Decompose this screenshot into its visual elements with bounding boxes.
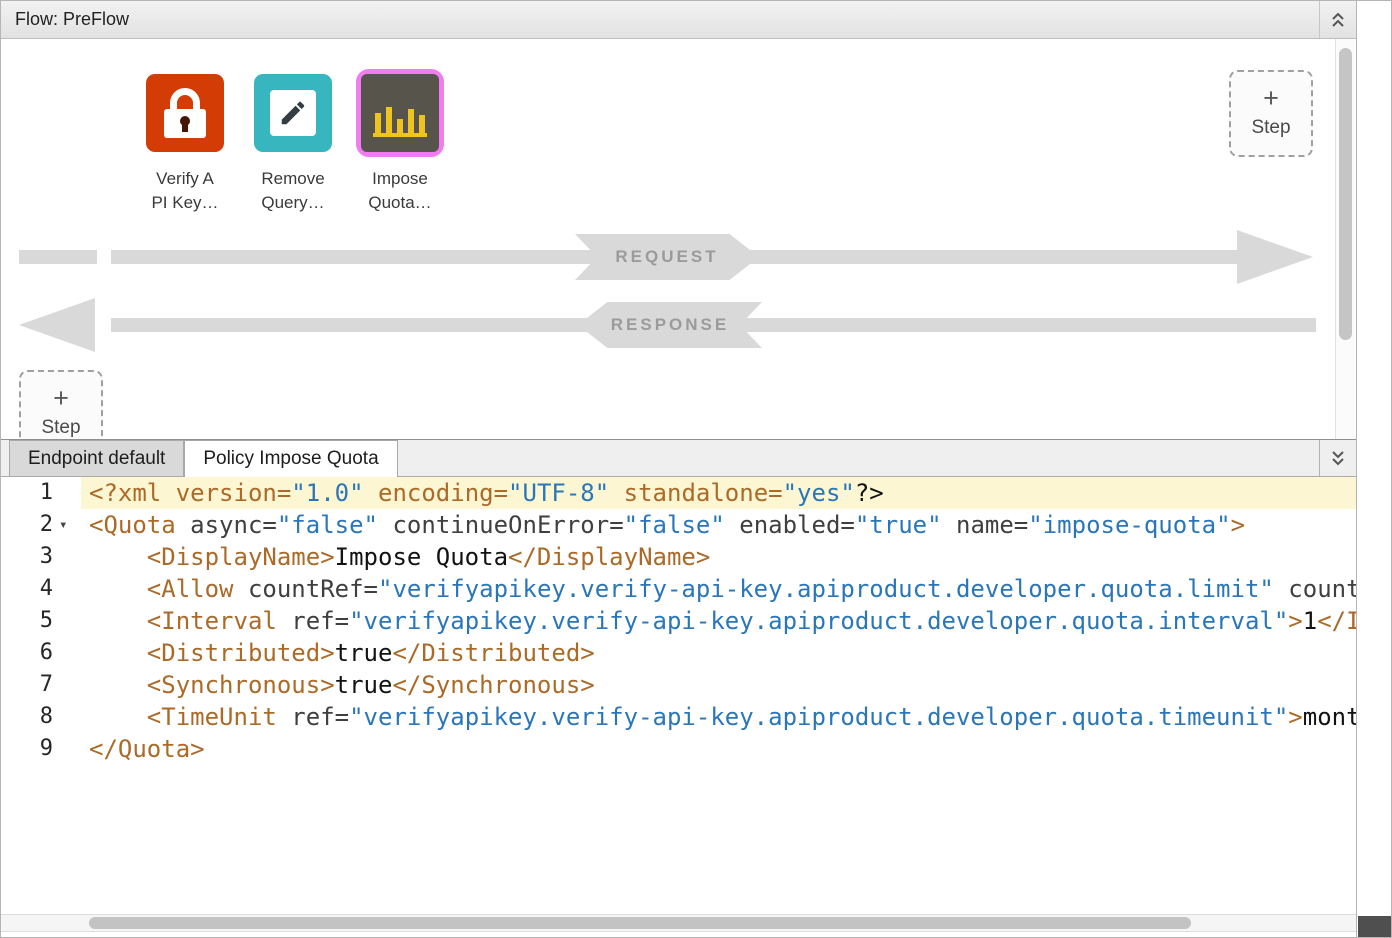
code-line[interactable]: 2▾<Quota async="false" continueOnError="… [1, 509, 1356, 541]
request-label-badge: REQUEST [575, 234, 759, 280]
step-label-line2: Query… [261, 193, 324, 212]
line-number: 7 [1, 669, 81, 701]
window-resize-corner [1358, 916, 1391, 937]
flow-step-remove-query[interactable]: Remove Query… [245, 74, 341, 215]
step-label: Remove Query… [245, 167, 341, 215]
code-editor[interactable]: 1<?xml version="1.0" encoding="UTF-8" st… [1, 477, 1356, 937]
main-panel: Flow: PreFlow Verify A [1, 1, 1357, 937]
step-label: Verify A PI Key… [137, 167, 233, 215]
code-line[interactable]: 8 <TimeUnit ref="verifyapikey.verify-api… [1, 701, 1356, 733]
line-number: 1 [1, 477, 81, 509]
line-number: 5 [1, 605, 81, 637]
request-flow-line-start [19, 250, 97, 264]
step-label-line1: Verify A [156, 169, 214, 188]
collapse-flow-panel-button[interactable] [1319, 1, 1356, 38]
add-step-label: Step [21, 417, 101, 439]
lock-shackle [170, 88, 200, 110]
response-arrowhead-icon [19, 298, 95, 352]
code-lines: 1<?xml version="1.0" encoding="UTF-8" st… [1, 477, 1356, 765]
code-line[interactable]: 4 <Allow countRef="verifyapikey.verify-a… [1, 573, 1356, 605]
tab-endpoint-default[interactable]: Endpoint default [9, 440, 184, 476]
add-step-button-request[interactable]: + Step [1229, 70, 1313, 157]
pencil-glyph-icon [278, 98, 308, 128]
code-line[interactable]: 6 <Distributed>true</Distributed> [1, 637, 1356, 669]
response-label-badge: RESPONSE [578, 302, 762, 348]
code-line-content[interactable]: <DisplayName>Impose Quota</DisplayName> [81, 541, 1356, 573]
code-line-content[interactable]: <Interval ref="verifyapikey.verify-api-k… [81, 605, 1356, 637]
chevrons-up-icon [1330, 11, 1346, 29]
request-arrowhead-icon [1237, 230, 1313, 284]
step-label-line2: Quota… [368, 193, 431, 212]
line-number: 8 [1, 701, 81, 733]
step-label-line1: Impose [372, 169, 428, 188]
api-proxy-editor-window: Flow: PreFlow Verify A [0, 0, 1392, 938]
code-line-content[interactable]: <Synchronous>true</Synchronous> [81, 669, 1356, 701]
step-label: Impose Quota… [352, 167, 448, 215]
code-line[interactable]: 5 <Interval ref="verifyapikey.verify-api… [1, 605, 1356, 637]
step-label-line2: PI Key… [151, 193, 218, 212]
plus-icon: + [1231, 85, 1311, 112]
editor-tabs: Endpoint default Policy Impose Quota [1, 439, 1356, 477]
line-number: 6 [1, 637, 81, 669]
response-label: RESPONSE [611, 315, 729, 335]
pencil-card [270, 90, 316, 136]
request-label: REQUEST [615, 247, 718, 267]
code-line-content[interactable]: <Quota async="false" continueOnError="fa… [81, 509, 1356, 541]
code-line-content[interactable]: <?xml version="1.0" encoding="UTF-8" sta… [81, 477, 1356, 509]
flow-step-verify-api-key[interactable]: Verify A PI Key… [137, 74, 233, 215]
flow-canvas-scrollbar[interactable] [1335, 39, 1356, 439]
flow-step-impose-quota[interactable]: Impose Quota… [352, 74, 448, 215]
line-number: 9 [1, 733, 81, 765]
code-line[interactable]: 1<?xml version="1.0" encoding="UTF-8" st… [1, 477, 1356, 509]
line-number: 3 [1, 541, 81, 573]
tab-policy-impose-quota[interactable]: Policy Impose Quota [184, 440, 397, 477]
line-number: 4 [1, 573, 81, 605]
scrollbar-thumb[interactable] [89, 917, 1191, 929]
code-line-content[interactable]: </Quota> [81, 733, 1356, 765]
plus-icon: + [21, 385, 101, 412]
line-number: 2▾ [1, 509, 81, 541]
tab-label: Policy Impose Quota [203, 448, 378, 470]
selected-step-highlight [356, 69, 444, 157]
bar-chart-icon [361, 74, 439, 152]
lock-icon [146, 74, 224, 152]
lock-body [164, 109, 206, 138]
scrollbar-thumb[interactable] [1339, 48, 1352, 340]
flow-title: Flow: PreFlow [1, 9, 129, 30]
keyhole-stem [182, 123, 188, 132]
quota-bars [373, 107, 427, 137]
code-line-content[interactable]: <Distributed>true</Distributed> [81, 637, 1356, 669]
editor-h-scrollbar[interactable] [1, 914, 1356, 932]
code-line[interactable]: 7 <Synchronous>true</Synchronous> [1, 669, 1356, 701]
fold-toggle-icon[interactable]: ▾ [59, 509, 67, 541]
chevrons-down-icon [1330, 449, 1346, 467]
add-step-label: Step [1231, 117, 1311, 139]
flow-canvas: Verify A PI Key… Remove Query… [1, 39, 1356, 439]
pencil-icon [254, 74, 332, 152]
collapse-editor-button[interactable] [1319, 440, 1356, 476]
right-strip [1358, 1, 1391, 937]
add-step-button-response[interactable]: + Step [19, 370, 103, 439]
flow-panel-header: Flow: PreFlow [1, 1, 1356, 39]
code-line-content[interactable]: <TimeUnit ref="verifyapikey.verify-api-k… [81, 701, 1356, 733]
step-label-line1: Remove [261, 169, 324, 188]
code-line-content[interactable]: <Allow countRef="verifyapikey.verify-api… [81, 573, 1356, 605]
tab-label: Endpoint default [28, 448, 165, 470]
code-line[interactable]: 3 <DisplayName>Impose Quota</DisplayName… [1, 541, 1356, 573]
code-line[interactable]: 9</Quota> [1, 733, 1356, 765]
